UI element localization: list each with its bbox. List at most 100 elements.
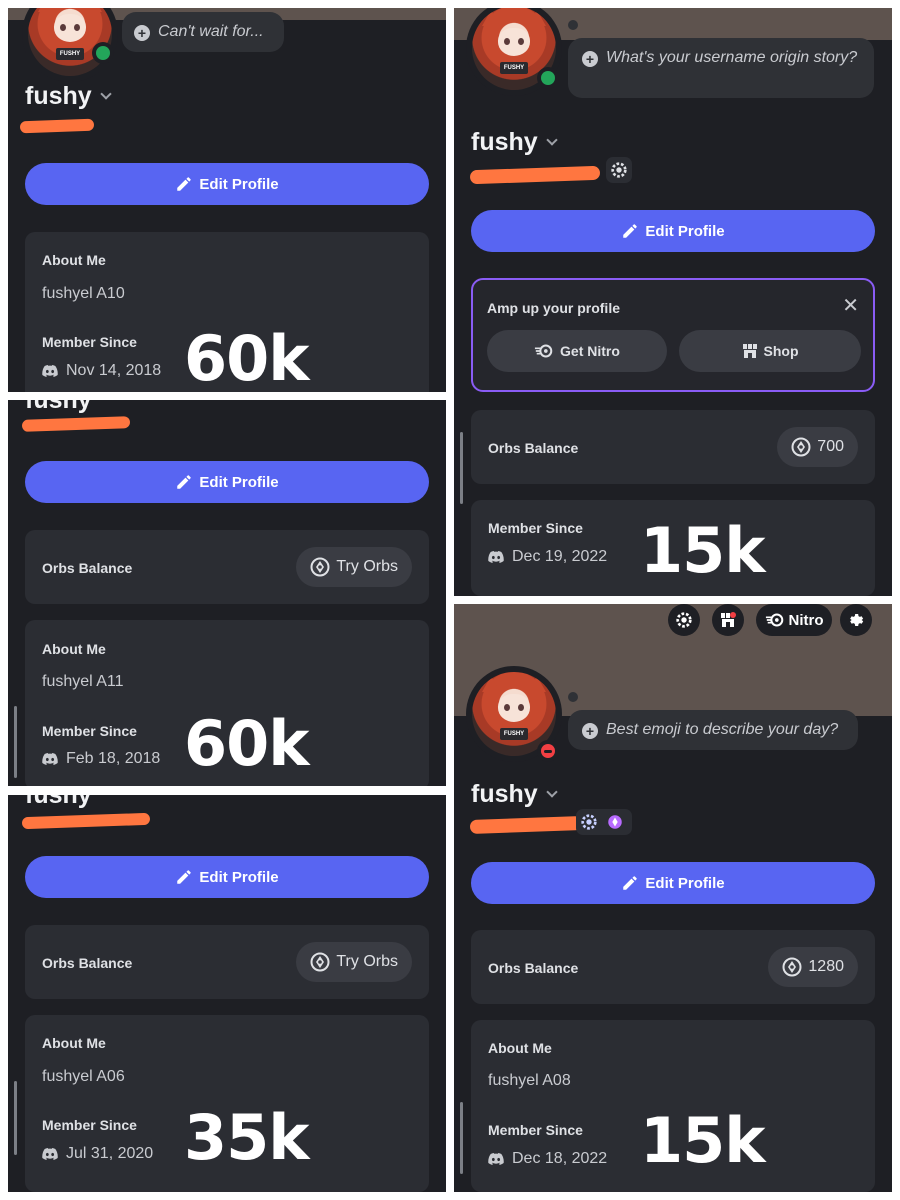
shop-button[interactable] bbox=[712, 604, 744, 636]
settings-icon bbox=[850, 614, 864, 626]
custom-status-bubble[interactable]: + Can't wait for... bbox=[122, 12, 284, 52]
about-me-text: fushyel A08 bbox=[488, 1072, 571, 1089]
quest-badge-icon bbox=[676, 612, 692, 628]
about-me-title: About Me bbox=[42, 641, 106, 657]
quest-badge-icon bbox=[581, 814, 597, 830]
orbs-balance-card: Orbs Balance 1280 bbox=[471, 930, 875, 1004]
scrollbar[interactable] bbox=[460, 1102, 463, 1174]
discord-icon bbox=[42, 753, 58, 765]
shop-icon bbox=[742, 344, 757, 358]
chevron-down-icon bbox=[546, 134, 558, 146]
edit-profile-button[interactable]: Edit Profile bbox=[25, 856, 429, 898]
edit-profile-button[interactable]: Edit Profile bbox=[471, 210, 875, 252]
about-me-title: About Me bbox=[42, 252, 106, 268]
username[interactable]: fushy bbox=[471, 128, 558, 157]
pencil-icon bbox=[623, 224, 638, 238]
scrollbar[interactable] bbox=[14, 1081, 17, 1155]
orbs-balance-value[interactable]: 700 bbox=[777, 427, 858, 467]
member-since-title: Member Since bbox=[488, 1122, 583, 1138]
redaction-mark bbox=[469, 165, 601, 185]
bubble-tail bbox=[568, 692, 578, 702]
orbs-balance-title: Orbs Balance bbox=[42, 955, 133, 971]
orbs-balance-title: Orbs Balance bbox=[488, 960, 579, 976]
discord-icon bbox=[488, 1153, 504, 1165]
follower-overlay-text: 35k bbox=[184, 1101, 310, 1174]
orb-icon bbox=[310, 557, 330, 577]
about-me-text: fushyel A06 bbox=[42, 1068, 125, 1085]
discord-icon bbox=[488, 551, 504, 563]
try-orbs-button[interactable]: Try Orbs bbox=[296, 942, 412, 982]
get-nitro-button[interactable]: Get Nitro bbox=[487, 330, 667, 372]
amp-up-profile-card: Amp up your profile ✕ Get Nitro Shop bbox=[471, 278, 875, 392]
orbs-balance-title: Orbs Balance bbox=[42, 560, 133, 576]
shop-button[interactable]: Shop bbox=[679, 330, 861, 372]
redaction-mark bbox=[19, 118, 95, 134]
nitro-badge-icon bbox=[608, 815, 622, 829]
nitro-icon bbox=[534, 344, 553, 358]
pencil-icon bbox=[177, 177, 192, 191]
orb-icon bbox=[791, 437, 811, 457]
orb-icon bbox=[310, 952, 330, 972]
orbs-balance-card: Orbs Balance Try Orbs bbox=[25, 530, 429, 604]
orbs-balance-value[interactable]: 1280 bbox=[768, 947, 858, 987]
member-since-date: Dec 18, 2022 bbox=[488, 1150, 607, 1168]
about-me-title: About Me bbox=[42, 1035, 106, 1051]
edit-profile-button[interactable]: Edit Profile bbox=[25, 163, 429, 205]
try-orbs-button[interactable]: Try Orbs bbox=[296, 547, 412, 587]
redaction-mark bbox=[21, 812, 151, 830]
follower-overlay-text: 60k bbox=[184, 707, 310, 780]
scrollbar[interactable] bbox=[14, 706, 17, 778]
nitro-icon bbox=[765, 613, 783, 627]
status-online-indicator bbox=[92, 42, 114, 64]
profile-panel-5: Nitro FUSHY + Best emoji to describe your… bbox=[454, 604, 892, 1192]
member-since-title: Member Since bbox=[488, 520, 583, 536]
username[interactable]: fushy bbox=[471, 780, 558, 809]
follower-overlay-text: 60k bbox=[184, 322, 310, 392]
chevron-down-icon bbox=[546, 786, 558, 798]
member-since-date: Jul 31, 2020 bbox=[42, 1145, 153, 1163]
quest-badge[interactable] bbox=[606, 157, 632, 183]
custom-status-bubble[interactable]: + What's your username origin story? bbox=[568, 38, 874, 98]
quest-button[interactable] bbox=[668, 604, 700, 636]
edit-profile-button[interactable]: Edit Profile bbox=[25, 461, 429, 503]
member-since-title: Member Since bbox=[42, 723, 137, 739]
redaction-mark bbox=[21, 416, 131, 432]
about-me-text: fushyel A10 bbox=[42, 285, 125, 302]
close-icon[interactable]: ✕ bbox=[842, 296, 859, 316]
member-since-title: Member Since bbox=[42, 334, 137, 350]
profile-panel-1: FUSHY + Can't wait for... fushy Edit Prof… bbox=[8, 8, 446, 392]
discord-icon bbox=[42, 1148, 58, 1160]
add-status-icon: + bbox=[582, 51, 598, 67]
status-online-indicator bbox=[537, 67, 559, 89]
pencil-icon bbox=[177, 475, 192, 489]
custom-status-bubble[interactable]: + Best emoji to describe your day? bbox=[568, 710, 858, 750]
add-status-icon: + bbox=[582, 723, 598, 739]
orbs-balance-title: Orbs Balance bbox=[488, 440, 579, 456]
nitro-button[interactable]: Nitro bbox=[756, 604, 832, 636]
about-me-text: fushyel A11 bbox=[42, 673, 124, 690]
add-status-icon: + bbox=[134, 25, 150, 41]
member-since-date: Feb 18, 2018 bbox=[42, 750, 160, 768]
pencil-icon bbox=[177, 870, 192, 884]
scrollbar[interactable] bbox=[460, 432, 463, 504]
username[interactable]: fushy bbox=[25, 795, 92, 810]
about-me-title: About Me bbox=[488, 1040, 552, 1056]
username[interactable]: fushy bbox=[25, 400, 92, 415]
orbs-balance-card: Orbs Balance 700 bbox=[471, 410, 875, 484]
profile-panel-4: FUSHY + What's your username origin story… bbox=[454, 8, 892, 596]
profile-badges[interactable] bbox=[576, 809, 632, 835]
amp-up-title: Amp up your profile bbox=[487, 300, 620, 316]
shop-icon bbox=[721, 612, 736, 627]
follower-overlay-text: 15k bbox=[640, 1104, 766, 1177]
username[interactable]: fushy bbox=[25, 82, 112, 111]
orbs-balance-card: Orbs Balance Try Orbs bbox=[25, 925, 429, 999]
member-since-date: Nov 14, 2018 bbox=[42, 362, 161, 380]
orb-icon bbox=[782, 957, 802, 977]
member-since-title: Member Since bbox=[42, 1117, 137, 1133]
profile-panel-3: fushy Edit Profile Orbs Balance Try Orbs… bbox=[8, 795, 446, 1192]
pencil-icon bbox=[623, 876, 638, 890]
discord-icon bbox=[42, 365, 58, 377]
edit-profile-button[interactable]: Edit Profile bbox=[471, 862, 875, 904]
follower-overlay-text: 15k bbox=[640, 514, 766, 587]
settings-button[interactable] bbox=[840, 604, 872, 636]
